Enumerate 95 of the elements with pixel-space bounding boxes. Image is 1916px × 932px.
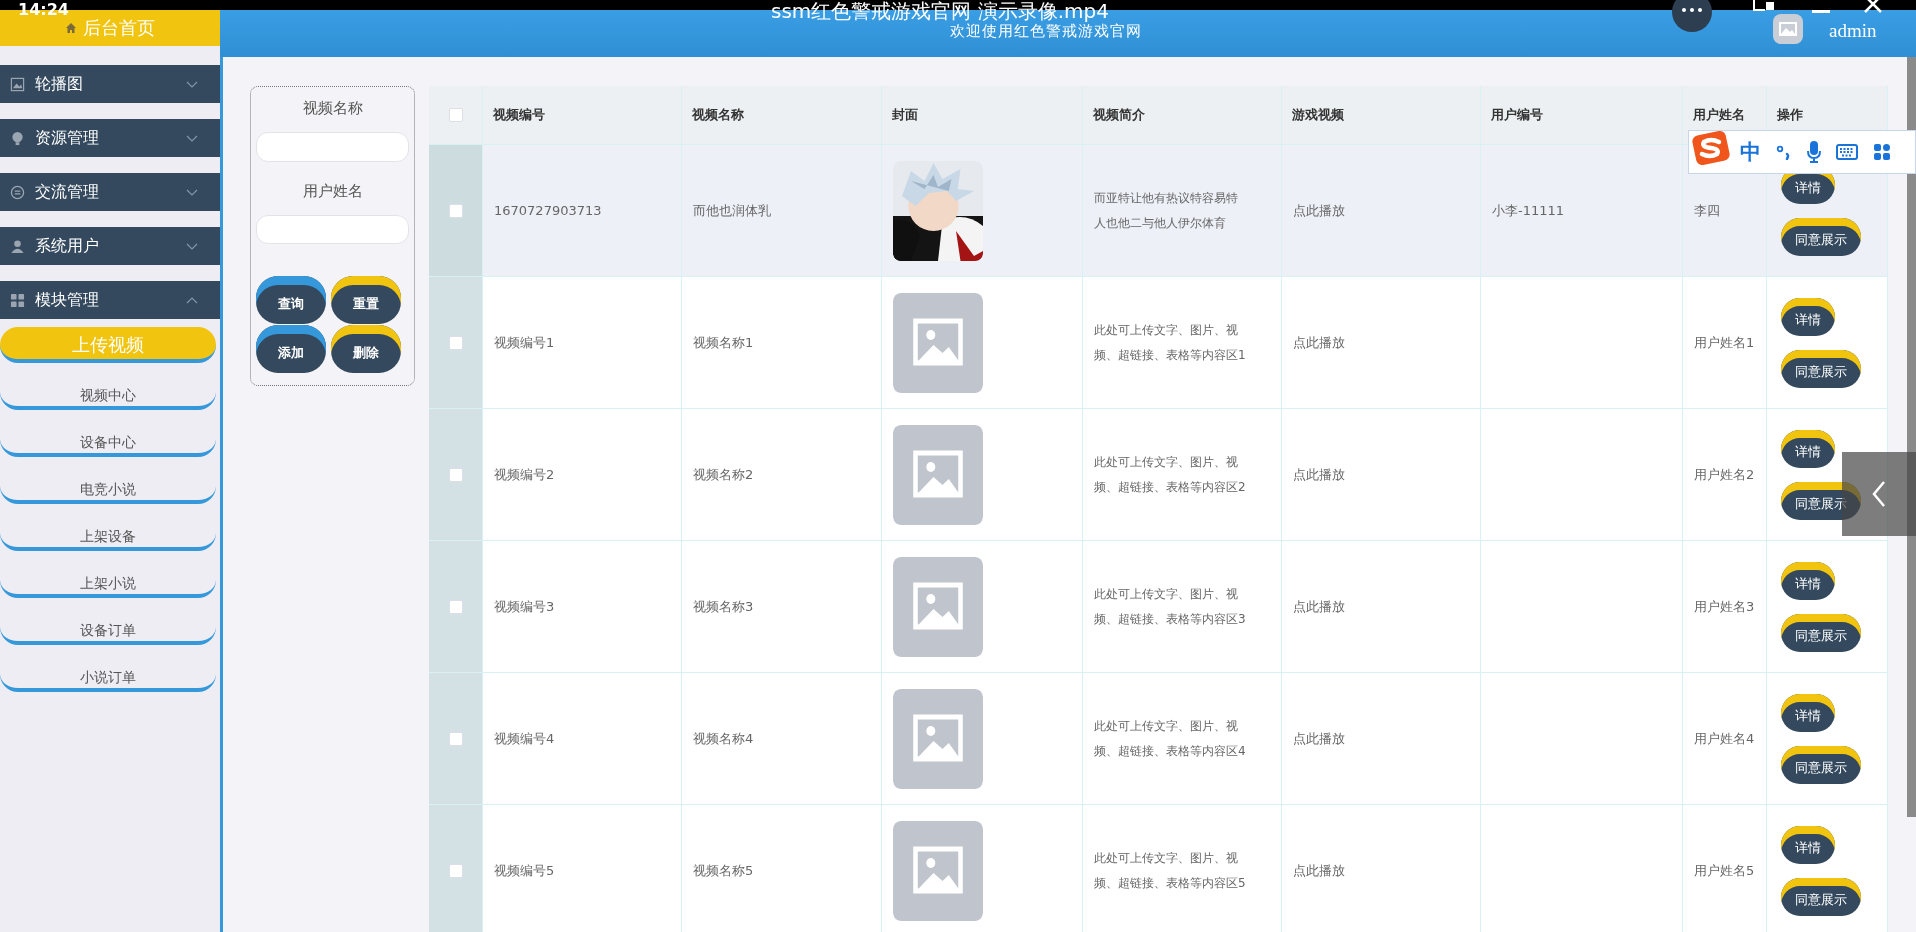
submenu-item[interactable]: 设备中心 bbox=[0, 421, 216, 457]
action-button[interactable]: 重置 bbox=[331, 276, 401, 324]
menu-label: 资源管理 bbox=[35, 127, 99, 149]
grid-icon bbox=[10, 292, 25, 308]
table-cell: 视频名称1 bbox=[693, 333, 754, 352]
play-link[interactable]: 点此播放 bbox=[1293, 333, 1345, 352]
image-placeholder-icon bbox=[893, 688, 983, 789]
action-button[interactable]: 同意展示 bbox=[1781, 745, 1861, 784]
site-subtitle: 欢迎使用红色警戒游戏官网 bbox=[950, 22, 1142, 41]
home-icon bbox=[65, 22, 77, 34]
checkbox[interactable] bbox=[448, 335, 463, 350]
table-cell: 用户姓名4 bbox=[1694, 729, 1755, 748]
table-cell-text: 此处可上传文字、图片、视频、超链接、表格等内容区4 bbox=[1094, 717, 1247, 760]
field-label: 用户姓名 bbox=[302, 181, 363, 201]
grid-icon[interactable] bbox=[1873, 143, 1891, 161]
checkbox[interactable] bbox=[448, 863, 463, 878]
checkbox[interactable] bbox=[448, 203, 463, 218]
pip-icon[interactable] bbox=[1753, 0, 1775, 14]
table-cell-text: 此处可上传文字、图片、视频、超链接、表格等内容区3 bbox=[1094, 585, 1247, 628]
menu-item[interactable]: 交流管理 bbox=[0, 173, 220, 211]
table-cell: 视频名称5 bbox=[693, 861, 754, 880]
table-cell-text: 此处可上传文字、图片、视频、超链接、表格等内容区2 bbox=[1094, 453, 1247, 496]
submenu-item[interactable]: 电竞小说 bbox=[0, 468, 216, 504]
image-placeholder-icon bbox=[893, 292, 983, 393]
menu-item[interactable]: 轮播图 bbox=[0, 65, 220, 103]
input-field[interactable] bbox=[256, 214, 409, 244]
checkbox[interactable] bbox=[448, 108, 463, 122]
table-cell: 视频名称4 bbox=[693, 729, 754, 748]
input-field[interactable] bbox=[256, 132, 409, 162]
chevron-left-icon bbox=[1872, 481, 1886, 507]
field-label: 视频名称 bbox=[302, 99, 363, 118]
table-cell: 而他也润体乳 bbox=[693, 201, 771, 220]
submenu-item[interactable]: 小说订单 bbox=[0, 656, 216, 692]
table-cell: 小李-11111 bbox=[1492, 201, 1565, 220]
play-link[interactable]: 点此播放 bbox=[1293, 201, 1345, 220]
table-cell: 视频编号2 bbox=[494, 465, 555, 484]
menu-item[interactable]: 系统用户 bbox=[0, 227, 220, 265]
minimize-icon[interactable] bbox=[1812, 10, 1830, 13]
table-cell: 视频编号1 bbox=[494, 333, 555, 352]
close-icon[interactable] bbox=[1864, 0, 1882, 14]
table-cell: 视频编号3 bbox=[494, 597, 555, 616]
action-button[interactable]: 添加 bbox=[256, 325, 326, 373]
image-placeholder-icon bbox=[893, 820, 983, 921]
table-cell: 用户姓名1 bbox=[1694, 333, 1755, 352]
table-cell: 1670727903713 bbox=[494, 203, 602, 218]
table-cell-text: 此处可上传文字、图片、视频、超链接、表格等内容区5 bbox=[1094, 849, 1247, 892]
avatar-icon bbox=[1773, 14, 1803, 44]
action-button[interactable]: 同意展示 bbox=[1781, 217, 1861, 256]
menu-item[interactable]: 资源管理 bbox=[0, 119, 220, 157]
table-cell: 视频名称2 bbox=[693, 465, 754, 484]
menu-label: 模块管理 bbox=[35, 289, 99, 311]
microphone-icon[interactable] bbox=[1807, 141, 1821, 163]
checkbox[interactable] bbox=[448, 467, 463, 482]
checkbox[interactable] bbox=[448, 599, 463, 614]
table-cell: 用户姓名5 bbox=[1694, 861, 1755, 880]
action-button[interactable]: 删除 bbox=[331, 325, 401, 373]
more-icon[interactable] bbox=[1672, 0, 1712, 34]
play-link[interactable]: 点此播放 bbox=[1293, 729, 1345, 748]
submenu-item[interactable]: 上架小说 bbox=[0, 562, 216, 598]
play-link[interactable]: 点此播放 bbox=[1293, 465, 1345, 484]
table-cell: 视频名称3 bbox=[693, 597, 754, 616]
image-placeholder-icon bbox=[893, 424, 983, 525]
punctuation-icon[interactable] bbox=[1776, 144, 1792, 160]
action-button[interactable]: 详情 bbox=[1781, 825, 1835, 864]
image-placeholder-icon bbox=[893, 556, 983, 657]
play-link[interactable]: 点此播放 bbox=[1293, 861, 1345, 880]
menu-item[interactable]: 模块管理 bbox=[0, 281, 220, 319]
action-button[interactable]: 详情 bbox=[1781, 693, 1835, 732]
action-button[interactable]: 同意展示 bbox=[1781, 613, 1861, 652]
action-button[interactable]: 同意展示 bbox=[1781, 877, 1861, 916]
table-cell: 用户姓名3 bbox=[1694, 597, 1755, 616]
table-cell: 视频编号4 bbox=[494, 729, 555, 748]
table-cell-text: 此处可上传文字、图片、视频、超链接、表格等内容区1 bbox=[1094, 321, 1247, 364]
table-cell: 视频编号5 bbox=[494, 861, 555, 880]
submenu-item[interactable]: 上架设备 bbox=[0, 515, 216, 551]
checkbox[interactable] bbox=[448, 731, 463, 746]
keyboard-icon[interactable] bbox=[1836, 144, 1858, 160]
bulb-icon bbox=[10, 130, 25, 146]
menu-label: 轮播图 bbox=[35, 73, 83, 95]
table-cell: 用户姓名2 bbox=[1694, 465, 1755, 484]
action-button[interactable]: 同意展示 bbox=[1781, 349, 1861, 388]
submenu-item[interactable]: 视频中心 bbox=[0, 374, 216, 410]
action-button[interactable]: 详情 bbox=[1781, 561, 1835, 600]
table-cell-text: 而亚特让他有热议特容易特人也他二与他人伊尔体育 bbox=[1094, 189, 1239, 232]
play-link[interactable]: 点此播放 bbox=[1293, 597, 1345, 616]
user-icon bbox=[10, 238, 25, 254]
table-cell: 李四 bbox=[1694, 201, 1720, 220]
action-button[interactable]: 详情 bbox=[1781, 297, 1835, 336]
image-icon bbox=[10, 76, 25, 92]
submenu-item[interactable]: 设备订单 bbox=[0, 609, 216, 645]
action-button[interactable]: 查询 bbox=[256, 276, 326, 324]
chat-icon bbox=[10, 184, 25, 200]
menu-label: 交流管理 bbox=[35, 181, 99, 203]
menu-label: 系统用户 bbox=[35, 235, 99, 257]
action-button[interactable]: 详情 bbox=[1781, 429, 1835, 468]
